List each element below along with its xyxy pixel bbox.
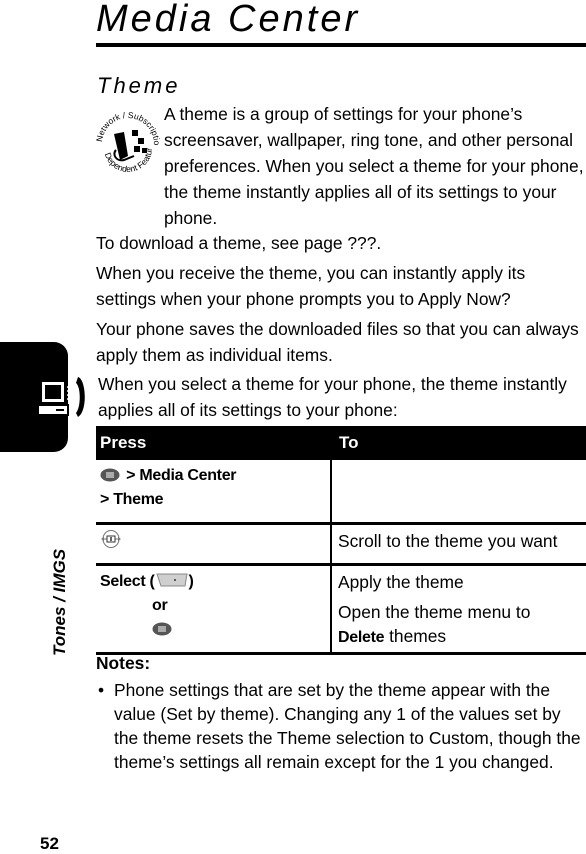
section-title: Theme [97,73,181,98]
download-paragraph: To download a theme, see page ???. [96,233,382,253]
press-or-label: or [152,597,168,614]
press-select-close: ) [188,573,194,590]
list-item: • Phone settings that are set by the the… [96,678,586,774]
to-cell: Apply the theme Open the theme menu to De… [332,566,586,652]
note-text: Phone settings that are set by the theme… [114,680,581,772]
to-open-menu-text: Open the theme menu to [338,602,531,622]
soft-key-icon [155,573,188,587]
column-header-to: To [339,433,359,452]
chapter-label: Tones / IMGS [50,548,69,656]
to-open-menu-suffix: themes [384,626,447,646]
press-cell: > Media Center > Theme [96,460,332,522]
press-alt-key [100,618,330,642]
navigation-key-icon [101,530,121,548]
table-row: Select ( ) or Apply the theme Open the t… [96,566,586,655]
to-apply-theme: Apply the theme [338,572,464,592]
notes-title: Notes: [96,653,151,673]
page-number: 52 [40,834,59,853]
title-rule [96,43,586,47]
table-header: Press To [96,426,586,460]
apply-paragraph: When you receive the theme, you can inst… [96,263,526,309]
bullet: • [98,680,105,700]
table-row: Scroll to the theme you want [96,525,586,566]
press-cell: Select ( ) or [96,566,332,652]
delete-keyword: Delete [338,629,385,646]
theme-intro: A theme is a group of settings for your … [164,104,584,228]
notes-list: • Phone settings that are set by the the… [96,678,586,774]
column-header-press: Press [100,433,147,452]
press-path-media-center: > Media Center [126,467,237,484]
press-select-label: Select ( [100,573,155,590]
press-to-table: Press To > Media Center > Theme Scroll t… [96,426,586,655]
badge-text-top: Network / Subscription [94,104,162,146]
select-paragraph: When you select a theme for your phone, … [98,374,567,420]
press-cell [96,525,332,563]
to-open-menu: Open the theme menu to Delete themes [338,600,586,650]
press-path-theme: > Theme [100,491,164,508]
page-title: Media Center [96,0,361,40]
network-subscription-dependent-feature-icon: Network / Subscription Dependent Feature [94,104,162,174]
phone-computer-icon [38,377,85,417]
menu-key-icon [100,468,120,482]
to-cell [332,460,586,522]
menu-key-icon [152,622,172,636]
to-cell: Scroll to the theme you want [338,531,558,551]
svg-text:Network / Subscription: Network / Subscription [94,104,162,146]
table-row: > Media Center > Theme [96,460,586,525]
saves-paragraph: Your phone saves the downloaded files so… [96,319,579,365]
